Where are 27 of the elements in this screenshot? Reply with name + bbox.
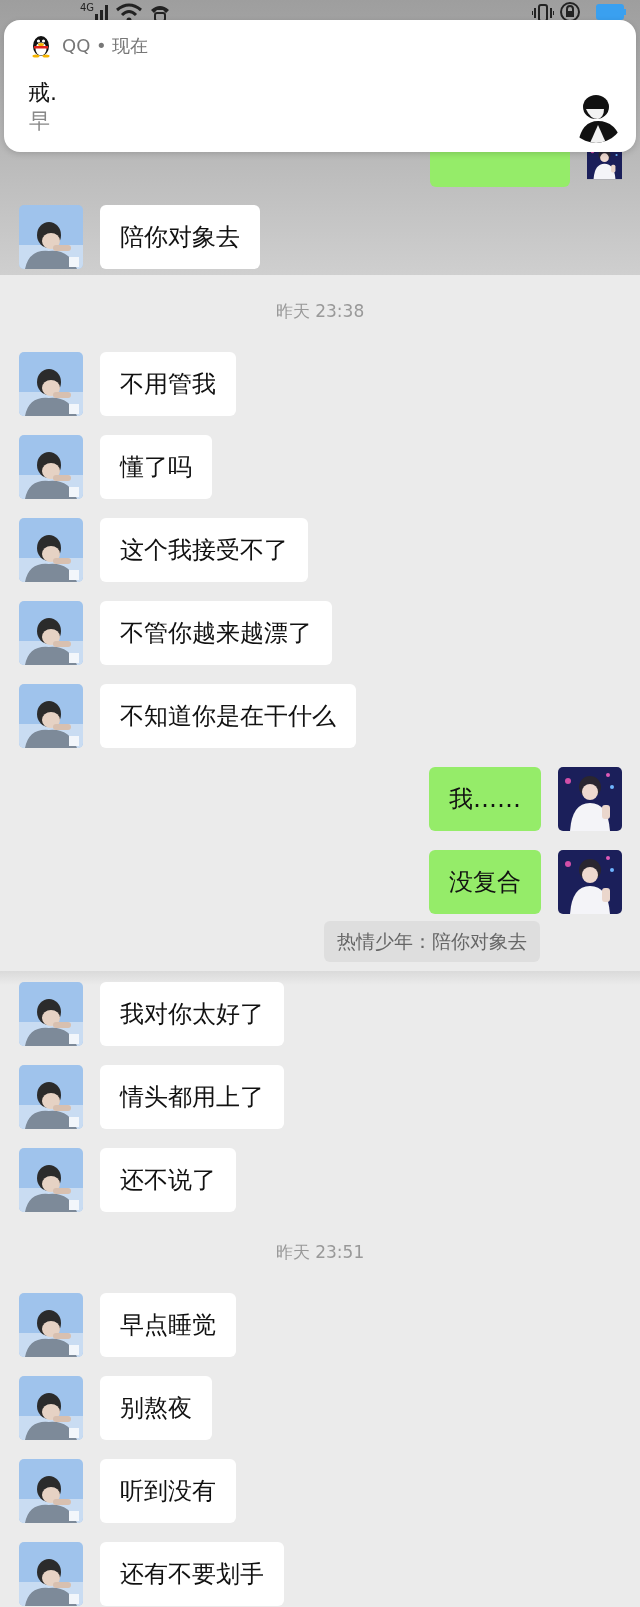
message-bubble: 陪你对象去 xyxy=(100,205,260,269)
timestamp: 昨天 23:38 xyxy=(275,301,365,321)
battery-icon xyxy=(596,2,626,22)
quoted-reply: 热情少年：陪你对象去 xyxy=(324,921,540,962)
message-bubble: 我…… xyxy=(429,767,541,831)
message-bubble: 情头都用上了 xyxy=(100,1065,284,1129)
message-bubble: 不知道你是在干什么 xyxy=(100,684,356,748)
penguin-icon xyxy=(30,33,52,58)
message-bubble: 我对你太好了 xyxy=(100,982,284,1046)
vibrate-icon xyxy=(532,2,554,22)
notification-message: 早 xyxy=(29,108,50,135)
message-bubble: 听到没有 xyxy=(100,1459,236,1523)
message-bubble: 不管你越来越漂了 xyxy=(100,601,332,665)
message-bubble: 别熬夜 xyxy=(100,1376,212,1440)
message-bubble: 没复合 xyxy=(429,850,541,914)
network-type: 4G xyxy=(80,2,95,14)
notification-app: QQ • 现在 xyxy=(62,34,149,58)
timestamp: 昨天 23:51 xyxy=(275,1242,365,1262)
message-bubble: 这个我接受不了 xyxy=(100,518,308,582)
message-bubble: 还不说了 xyxy=(100,1148,236,1212)
notification-sender: 戒. xyxy=(28,79,57,107)
message-bubble: 还有不要划手 xyxy=(100,1542,284,1606)
message-bubble: 不用管我 xyxy=(100,352,236,416)
message-bubble: 早点睡觉 xyxy=(100,1293,236,1357)
lock-icon xyxy=(560,2,580,22)
message-bubble: 懂了吗 xyxy=(100,435,212,499)
wifi-icon xyxy=(115,2,144,22)
